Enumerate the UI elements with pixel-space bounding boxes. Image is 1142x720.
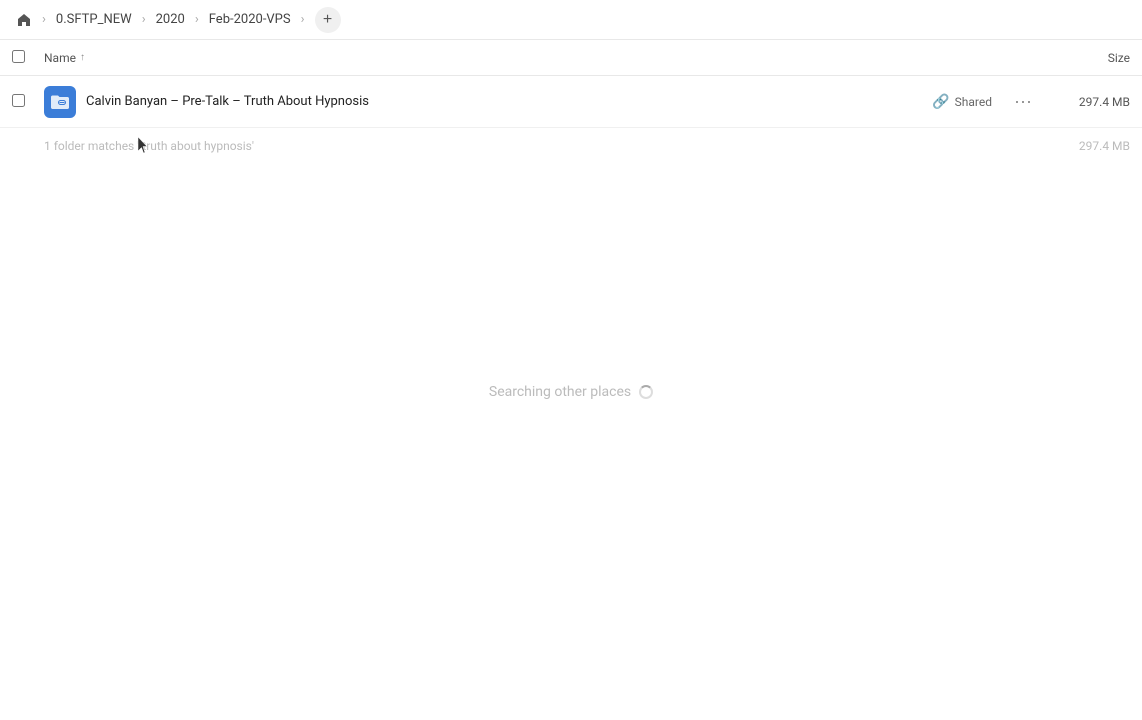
breadcrumb-separator-4: › [301, 12, 305, 27]
link-icon: 🔗 [932, 94, 949, 110]
file-name-label: Calvin Banyan – Pre-Talk – Truth About H… [86, 94, 932, 109]
shared-label: Shared [955, 95, 992, 109]
summary-size: 297.4 MB [1050, 139, 1130, 153]
breadcrumb-item-2020[interactable]: 2020 [152, 10, 189, 29]
sort-arrow-icon: ↑ [80, 52, 85, 63]
file-list-row[interactable]: Calvin Banyan – Pre-Talk – Truth About H… [0, 76, 1142, 128]
home-button[interactable] [12, 8, 36, 32]
breadcrumb-bar: › 0.SFTP_NEW › 2020 › Feb-2020-VPS › + [0, 0, 1142, 40]
folder-icon [44, 86, 76, 118]
breadcrumb-separator-1: › [42, 12, 46, 27]
searching-text: Searching other places [489, 384, 631, 400]
more-options-button[interactable]: ··· [1008, 87, 1038, 116]
breadcrumb-separator-3: › [195, 12, 199, 27]
searching-area: Searching other places [0, 384, 1142, 400]
row-checkbox[interactable] [12, 92, 36, 111]
column-header-row: Name ↑ Size [0, 40, 1142, 76]
file-size-value: 297.4 MB [1050, 95, 1130, 109]
breadcrumb-item-feb2020vps[interactable]: Feb-2020-VPS [205, 10, 295, 29]
loading-spinner [639, 385, 653, 399]
summary-row: 1 folder matches ' truth about hypnosis'… [0, 128, 1142, 164]
breadcrumb-separator-2: › [142, 12, 146, 27]
size-column-header: Size [1050, 51, 1130, 65]
add-button[interactable]: + [315, 7, 341, 33]
shared-badge: 🔗 Shared [932, 94, 992, 110]
name-column-header[interactable]: Name ↑ [44, 51, 1050, 65]
breadcrumb-item-sftp[interactable]: 0.SFTP_NEW [52, 10, 136, 29]
summary-text: 1 folder matches ' truth about hypnosis' [44, 139, 1050, 153]
select-all-checkbox[interactable] [12, 48, 36, 67]
